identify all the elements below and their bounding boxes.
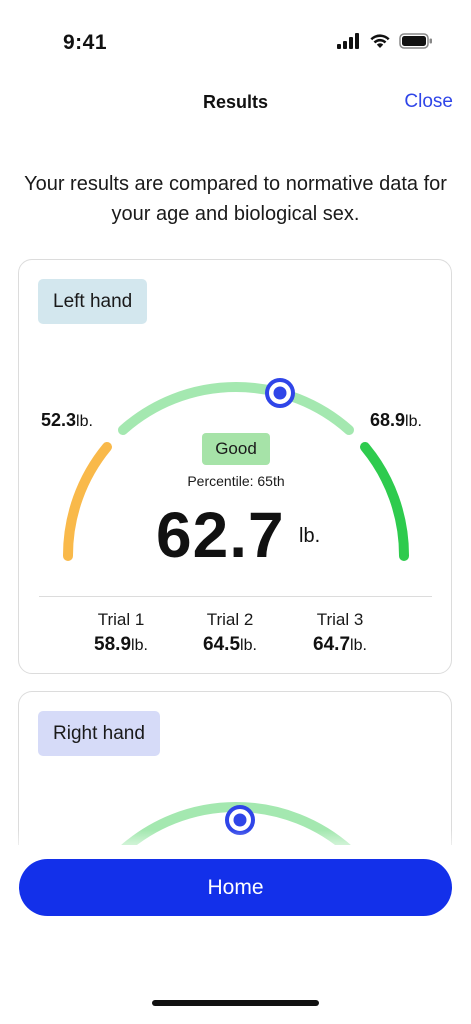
gauge-min-unit: lb. bbox=[76, 413, 93, 430]
status-time: 9:41 bbox=[63, 31, 108, 54]
result-value: 62.7 bbox=[156, 499, 285, 571]
trial-value: 64.7lb. bbox=[313, 634, 367, 655]
battery-icon bbox=[399, 33, 432, 49]
status-badge: Good bbox=[202, 433, 270, 465]
divider bbox=[39, 596, 432, 597]
trial-2: Trial 2 64.5lb. bbox=[175, 610, 285, 656]
left-hand-card: Left hand 52.3lb. 68.9lb. Good Percentil… bbox=[18, 259, 452, 674]
trial-value: 64.5lb. bbox=[203, 634, 257, 655]
close-button[interactable]: Close bbox=[404, 91, 453, 113]
cellular-signal-icon bbox=[337, 33, 359, 49]
home-button[interactable]: Home bbox=[19, 859, 452, 916]
gauge-max-unit: lb. bbox=[405, 413, 422, 430]
gauge-low-segment bbox=[62, 442, 112, 561]
trial-label: Trial 3 bbox=[316, 610, 364, 629]
trial-label: Trial 2 bbox=[206, 610, 254, 629]
page-title: Results bbox=[202, 92, 269, 112]
percentile-text: Percentile: 65th bbox=[19, 473, 453, 489]
status-icons bbox=[337, 33, 433, 49]
percentile-value: Percentile: 65th bbox=[187, 473, 285, 489]
intro-text: Your results are compared to normative d… bbox=[24, 173, 447, 225]
trial-value: 58.9lb. bbox=[94, 634, 148, 655]
gauge-mid-segment bbox=[118, 382, 354, 435]
trial-3: Trial 3 64.7lb. bbox=[285, 610, 395, 656]
gauge-max-label: 68.9lb. bbox=[370, 410, 422, 431]
status-bar: 9:41 bbox=[0, 0, 471, 80]
home-indicator bbox=[152, 1000, 319, 1006]
gauge-max-value: 68.9 bbox=[370, 410, 406, 430]
gauge-min-value: 52.3 bbox=[41, 410, 77, 430]
wifi-icon bbox=[370, 34, 390, 48]
result-unit: lb. bbox=[299, 525, 321, 547]
gauge-min-label: 52.3lb. bbox=[41, 410, 93, 431]
trial-1: Trial 1 58.9lb. bbox=[66, 610, 176, 656]
trial-label: Trial 1 bbox=[97, 610, 145, 629]
gauge-high-segment bbox=[360, 442, 410, 561]
